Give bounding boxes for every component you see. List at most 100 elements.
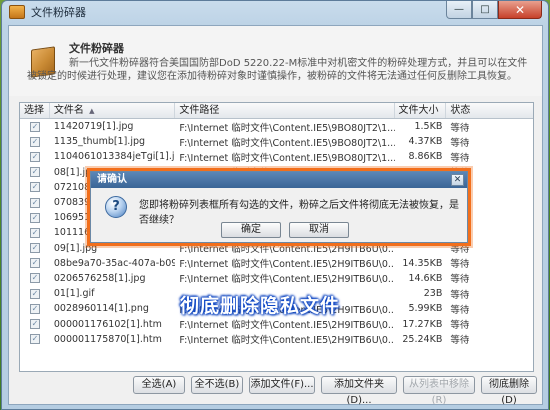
- column-header-path[interactable]: 文件路径: [175, 103, 395, 118]
- table-row[interactable]: ✓ 000001175870[1].htm F:\Internet 临时文件\Con…: [20, 332, 533, 347]
- cell-filename: 0028960114[1].png: [53, 303, 149, 315]
- row-checkbox: ✓: [20, 319, 50, 330]
- table-row[interactable]: ✓ 11420719[1].jpg F:\Internet 临时文件\Content…: [20, 119, 533, 134]
- cell-size: 23B: [423, 288, 443, 300]
- checkbox-checked-icon[interactable]: ✓: [29, 167, 40, 178]
- table-row[interactable]: ✓ 0206576258[1].jpg F:\Internet 临时文件\Conte…: [20, 271, 533, 286]
- question-icon: ?: [105, 196, 127, 218]
- cell-status: 等待: [450, 137, 470, 149]
- cell-size: 4.37KB: [408, 136, 443, 148]
- cell-status: 等待: [450, 122, 470, 134]
- close-window-button[interactable]: ✕: [498, 1, 542, 19]
- add-file-button[interactable]: 添加文件(F)...: [249, 376, 315, 394]
- dialog-cancel-button[interactable]: 取消: [289, 222, 349, 238]
- cell-path: F:\Internet 临时文件\Content.IE5\2H9ITB6U\0.…: [179, 320, 395, 332]
- cell-size: 1.5KB: [414, 121, 443, 133]
- checkbox-checked-icon[interactable]: ✓: [29, 258, 40, 269]
- row-checkbox: ✓: [20, 212, 50, 223]
- cell-size: 17.27KB: [402, 318, 443, 330]
- header-panel: 文件粉碎器 新一代文件粉碎器符合美国国防部DoD 5220.22-M标准中对机密…: [9, 26, 542, 96]
- table-row[interactable]: ✓ 1135_thumb[1].jpg F:\Internet 临时文件\Conte…: [20, 134, 533, 149]
- cell-status: 等待: [450, 304, 470, 316]
- checkbox-checked-icon[interactable]: ✓: [29, 227, 40, 238]
- checkbox-checked-icon[interactable]: ✓: [29, 273, 40, 284]
- cell-filename: 1104061013384jeTgi[1].jpg: [53, 151, 176, 163]
- column-header-select[interactable]: 选择: [20, 103, 50, 118]
- column-header-status[interactable]: 状态: [446, 103, 533, 118]
- column-header-filename[interactable]: 文件名 ▲: [50, 103, 176, 118]
- column-header-filename-label: 文件名: [53, 105, 84, 116]
- cell-path: F:\Internet 临时文件\Content.IE5\9BO80JT2\1.…: [179, 122, 395, 134]
- cell-path: F:\Internet 临时文件\Content.IE5\2H9ITB6U\0.…: [179, 335, 395, 347]
- checkbox-checked-icon[interactable]: ✓: [29, 319, 40, 330]
- row-checkbox: ✓: [20, 288, 50, 299]
- cell-filename: 01[1].gif: [53, 288, 95, 300]
- row-checkbox: ✓: [20, 136, 50, 147]
- shred-button[interactable]: 彻底删除(D): [481, 376, 537, 406]
- row-checkbox: ✓: [20, 167, 50, 178]
- checkbox-checked-icon[interactable]: ✓: [29, 121, 40, 132]
- cell-path: F:\Internet 临时文件\Content.IE5\2H9ITB6U\0.…: [179, 274, 395, 286]
- table-row[interactable]: ✓ 000001176102[1].htm F:\Internet 临时文件\Con…: [20, 316, 533, 331]
- row-checkbox: ✓: [20, 273, 50, 284]
- cell-status: 等待: [450, 152, 470, 164]
- column-header-size[interactable]: 文件大小: [395, 103, 447, 118]
- cell-status: 等待: [450, 244, 470, 256]
- checkbox-checked-icon[interactable]: ✓: [29, 243, 40, 254]
- checkbox-checked-icon[interactable]: ✓: [29, 136, 40, 147]
- cell-status: 等待: [450, 320, 470, 332]
- table-row[interactable]: ✓ 08be9a70-35ac-407a-b09a-...F:\Internet …: [20, 256, 533, 271]
- checkbox-checked-icon[interactable]: ✓: [29, 212, 40, 223]
- action-buttons: 全选(A) 全不选(B) 添加文件(F)... 添加文件夹(D)... 从列表中…: [9, 376, 542, 406]
- row-checkbox: ✓: [20, 197, 50, 208]
- add-folder-button[interactable]: 添加文件夹(D)...: [321, 376, 397, 406]
- cell-status: 等待: [450, 274, 470, 286]
- remove-from-list-button[interactable]: 从列表中移除(R): [403, 376, 475, 406]
- checkbox-checked-icon[interactable]: ✓: [29, 288, 40, 299]
- maximize-button[interactable]: □: [472, 1, 498, 19]
- cell-filename: 09[1].jpg: [53, 242, 98, 254]
- confirm-dialog: 请确认 ✕ ? 您即将粉碎列表框所有勾选的文件，粉碎之后文件将彻底无法被恢复，是…: [90, 171, 468, 243]
- cell-filename: 11420719[1].jpg: [53, 121, 134, 133]
- cell-status: 等待: [450, 259, 470, 271]
- cell-filename: 000001175870[1].htm: [53, 333, 162, 345]
- cell-size: 5.99KB: [408, 303, 443, 315]
- cell-path: F:\Internet 临时文件\Content.IE5\9BO80JT2\1.…: [179, 137, 395, 149]
- checkbox-checked-icon[interactable]: ✓: [29, 197, 40, 208]
- cell-status: 等待: [450, 289, 470, 301]
- checkbox-checked-icon[interactable]: ✓: [29, 334, 40, 345]
- header-description: 新一代文件粉碎器符合美国国防部DoD 5220.22-M标准中对机密文件的粉碎处…: [27, 58, 528, 82]
- cell-filename: 1135_thumb[1].jpg: [53, 136, 146, 148]
- checkbox-checked-icon[interactable]: ✓: [29, 182, 40, 193]
- cell-size: 14.6KB: [408, 272, 443, 284]
- row-checkbox: ✓: [20, 151, 50, 162]
- cell-status: 等待: [450, 335, 470, 347]
- cell-size: 14.35KB: [402, 257, 443, 269]
- checkbox-checked-icon[interactable]: ✓: [29, 303, 40, 314]
- sort-ascending-icon: ▲: [89, 107, 95, 115]
- cell-path: F:\Internet 临时文件\Content.IE5\2H9ITB6U\0.…: [179, 259, 395, 271]
- dialog-ok-button[interactable]: 确定: [221, 222, 281, 238]
- cell-path: F:\Internet 临时文件\Content.IE5\9BO80JT2\1.…: [179, 152, 395, 164]
- cell-size: 8.86KB: [408, 151, 443, 163]
- shredder-app-icon: [9, 5, 25, 19]
- checkbox-checked-icon[interactable]: ✓: [29, 151, 40, 162]
- row-checkbox: ✓: [20, 182, 50, 193]
- dialog-title[interactable]: 请确认: [91, 172, 467, 188]
- title-bar[interactable]: 文件粉碎器 — □ ✕: [2, 1, 548, 23]
- dialog-close-button[interactable]: ✕: [451, 174, 464, 186]
- row-checkbox: ✓: [20, 243, 50, 254]
- select-none-button[interactable]: 全不选(B): [191, 376, 243, 394]
- window-controls: — □ ✕: [446, 1, 542, 19]
- select-all-button[interactable]: 全选(A): [133, 376, 185, 394]
- minimize-button[interactable]: —: [446, 1, 472, 19]
- header-title: 文件粉碎器: [69, 42, 124, 55]
- row-checkbox: ✓: [20, 334, 50, 345]
- row-checkbox: ✓: [20, 303, 50, 314]
- cell-filename: 08be9a70-35ac-407a-b09a-...: [53, 257, 176, 269]
- table-header: 选择 文件名 ▲ 文件路径 文件大小 状态: [20, 103, 533, 119]
- cell-filename: 000001176102[1].htm: [53, 318, 162, 330]
- table-row[interactable]: ✓ 1104061013384jeTgi[1].jpg F:\Internet 临时…: [20, 149, 533, 164]
- cell-size: 25.24KB: [402, 333, 443, 345]
- row-checkbox: ✓: [20, 227, 50, 238]
